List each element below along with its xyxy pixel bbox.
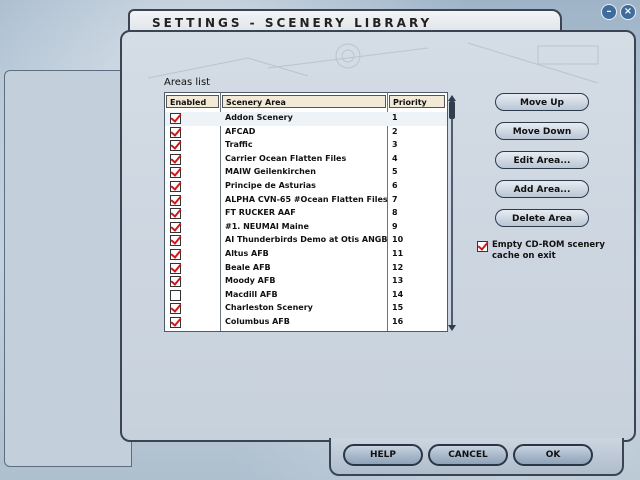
empty-cd-label-line2: cache on exit [492, 251, 556, 261]
table-row[interactable]: AFCAD 2 [165, 126, 447, 140]
enabled-checkbox[interactable] [170, 167, 181, 179]
side-panel [4, 70, 132, 467]
scenery-area-name: Moody AFB [225, 276, 276, 286]
move-down-button[interactable]: Move Down [495, 122, 589, 140]
window-controls: – × [601, 4, 636, 20]
scroll-thumb[interactable] [449, 101, 455, 119]
empty-cd-label: Empty CD-ROM scenery cache on exit [492, 240, 605, 262]
header-enabled[interactable]: Enabled [166, 95, 219, 108]
table-row[interactable]: Addon Scenery 1 [165, 112, 447, 126]
scenery-area-name: Principe de Asturias [225, 181, 316, 190]
table-row[interactable]: Traffic 3 [165, 139, 447, 153]
empty-cd-checkbox[interactable] [477, 241, 488, 252]
table-row[interactable]: Columbus AFB 16 [165, 316, 447, 330]
priority-value: 9 [392, 221, 398, 231]
priority-value: 11 [392, 249, 404, 258]
priority-value: 3 [392, 140, 398, 150]
priority-value: 7 [392, 194, 398, 204]
header-scenery-area[interactable]: Scenery Area [222, 95, 386, 108]
enabled-checkbox[interactable] [170, 113, 181, 124]
help-button[interactable]: HELP [343, 444, 423, 466]
scenery-area-name: AFCAD [225, 126, 256, 136]
list-scrollbar[interactable] [448, 95, 456, 331]
page-title: SETTINGS - SCENERY LIBRARY [152, 16, 433, 30]
edit-area-button[interactable]: Edit Area... [495, 151, 589, 169]
scenery-area-name: AI Thunderbirds Demo at Otis ANGB [225, 235, 388, 245]
enabled-checkbox[interactable] [170, 140, 181, 152]
priority-value: 6 [392, 181, 398, 190]
table-row[interactable]: Charleston Scenery 15 [165, 302, 447, 316]
bottom-bar: HELP CANCEL OK [329, 438, 624, 476]
scenery-area-name: MAIW Geilenkirchen [225, 167, 316, 177]
scenery-area-name: Beale AFB [225, 262, 271, 272]
table-row[interactable]: #1. NEUMAI Maine 9 [165, 221, 447, 235]
close-icon[interactable]: × [620, 4, 636, 20]
scenery-area-name: Carrier Ocean Flatten Files [225, 153, 347, 163]
header-priority[interactable]: Priority [389, 95, 445, 108]
enabled-checkbox[interactable] [170, 221, 181, 233]
areas-list-label: Areas list [164, 77, 211, 88]
table-row[interactable]: AI Thunderbirds Demo at Otis ANGB 10 [165, 234, 447, 248]
scenery-area-name: #1. NEUMAI Maine [225, 221, 309, 231]
table-row[interactable]: FT RUCKER AAF 8 [165, 207, 447, 221]
enabled-checkbox[interactable] [170, 289, 181, 301]
priority-value: 14 [392, 289, 404, 299]
minimize-icon[interactable]: – [601, 4, 617, 20]
main-panel: Areas list Enabled Scenery Area Priority… [120, 30, 636, 442]
scenery-area-name: FT RUCKER AAF [225, 208, 296, 218]
enabled-checkbox[interactable] [170, 181, 181, 192]
priority-value: 2 [392, 126, 398, 136]
table-row[interactable]: Macdill AFB 14 [165, 289, 447, 303]
table-row[interactable]: MAIW Geilenkirchen 5 [165, 166, 447, 180]
table-row[interactable]: Beale AFB 12 [165, 262, 447, 276]
scenery-area-name: Macdill AFB [225, 289, 278, 299]
scenery-area-name: Columbus AFB [225, 317, 290, 326]
enabled-checkbox[interactable] [170, 235, 181, 247]
scenery-area-name: Altus AFB [225, 249, 269, 258]
add-area-button[interactable]: Add Area... [495, 180, 589, 198]
enabled-checkbox[interactable] [170, 303, 181, 315]
table-row[interactable]: Altus AFB 11 [165, 248, 447, 262]
priority-value: 4 [392, 153, 398, 163]
delete-area-button[interactable]: Delete Area [495, 209, 589, 227]
scroll-track[interactable] [451, 101, 453, 325]
enabled-checkbox[interactable] [170, 317, 181, 328]
priority-value: 13 [392, 276, 404, 286]
table-row[interactable]: Carrier Ocean Flatten Files 4 [165, 153, 447, 167]
enabled-checkbox[interactable] [170, 194, 181, 206]
empty-cd-label-line1: Empty CD-ROM scenery [492, 240, 605, 250]
enabled-checkbox[interactable] [170, 276, 181, 288]
scenery-list: Enabled Scenery Area Priority Addon Scen… [164, 92, 448, 332]
priority-value: 15 [392, 303, 404, 313]
enabled-checkbox[interactable] [170, 208, 181, 220]
priority-value: 16 [392, 317, 404, 326]
priority-value: 8 [392, 208, 398, 218]
scenery-area-name: Charleston Scenery [225, 303, 313, 313]
priority-value: 1 [392, 113, 398, 122]
table-row[interactable]: Principe de Asturias 6 [165, 180, 447, 194]
ok-button[interactable]: OK [513, 444, 593, 466]
scenery-area-name: ALPHA CVN-65 #Ocean Flatten Files [225, 194, 388, 204]
priority-value: 10 [392, 235, 404, 245]
cancel-button[interactable]: CANCEL [428, 444, 508, 466]
move-up-button[interactable]: Move Up [495, 93, 589, 111]
enabled-checkbox[interactable] [170, 126, 181, 138]
table-row[interactable]: ALPHA CVN-65 #Ocean Flatten Files 7 [165, 194, 447, 208]
enabled-checkbox[interactable] [170, 249, 181, 260]
enabled-checkbox[interactable] [170, 262, 181, 274]
enabled-checkbox[interactable] [170, 153, 181, 165]
scenery-area-name: Addon Scenery [225, 113, 293, 122]
priority-value: 5 [392, 167, 398, 177]
priority-value: 12 [392, 262, 404, 272]
scroll-down-icon[interactable] [448, 325, 456, 331]
scenery-area-name: Traffic [225, 140, 253, 150]
table-row[interactable]: Moody AFB 13 [165, 275, 447, 289]
